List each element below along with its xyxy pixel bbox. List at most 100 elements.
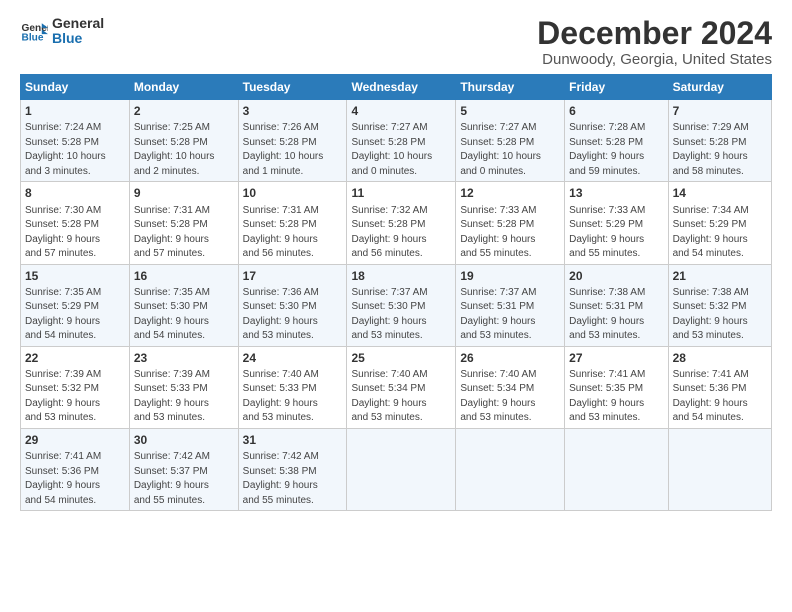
logo: General Blue General Blue — [20, 16, 104, 47]
day-number: 16 — [134, 268, 234, 284]
day-number: 17 — [243, 268, 343, 284]
day-info: Sunrise: 7:33 AM Sunset: 5:29 PM Dayligh… — [569, 205, 645, 260]
header-row: SundayMondayTuesdayWednesdayThursdayFrid… — [21, 75, 772, 100]
day-info: Sunrise: 7:40 AM Sunset: 5:34 PM Dayligh… — [351, 369, 427, 424]
day-info: Sunrise: 7:42 AM Sunset: 5:38 PM Dayligh… — [243, 451, 319, 506]
day-info: Sunrise: 7:32 AM Sunset: 5:28 PM Dayligh… — [351, 205, 427, 260]
cell-3-7: 21Sunrise: 7:38 AM Sunset: 5:32 PM Dayli… — [668, 264, 771, 346]
cell-1-6: 6 Sunrise: 7:28 AM Sunset: 5:28 PM Daylig… — [565, 100, 668, 182]
day-number: 4 — [351, 103, 451, 119]
cell-4-6: 27Sunrise: 7:41 AM Sunset: 5:35 PM Dayli… — [565, 346, 668, 428]
cell-2-3: 10 Sunrise: 7:31 AM Sunset: 5:28 PM Dayli… — [238, 182, 347, 264]
cell-1-2: 2 Sunrise: 7:25 AM Sunset: 5:28 PM Daylig… — [129, 100, 238, 182]
calendar-table: SundayMondayTuesdayWednesdayThursdayFrid… — [20, 74, 772, 511]
col-header-sunday: Sunday — [21, 75, 130, 100]
day-info: Sunrise: 7:39 AM Sunset: 5:33 PM Dayligh… — [134, 369, 210, 424]
day-info: Sunrise: 7:41 AM Sunset: 5:36 PM Dayligh… — [673, 369, 749, 424]
cell-2-7: 14Sunrise: 7:34 AM Sunset: 5:29 PM Dayli… — [668, 182, 771, 264]
day-number: 15 — [25, 268, 125, 284]
day-info: Sunrise: 7:33 AM Sunset: 5:28 PM Dayligh… — [460, 205, 536, 260]
cell-4-3: 24 Sunrise: 7:40 AM Sunset: 5:33 PM Dayli… — [238, 346, 347, 428]
day-number: 1 — [25, 103, 125, 119]
col-header-saturday: Saturday — [668, 75, 771, 100]
day-number: 23 — [134, 350, 234, 366]
cell-1-1: 1Sunrise: 7:24 AM Sunset: 5:28 PM Daylig… — [21, 100, 130, 182]
logo-general: General — [52, 16, 104, 31]
day-number: 24 — [243, 350, 343, 366]
day-info: Sunrise: 7:25 AM Sunset: 5:28 PM Dayligh… — [134, 122, 215, 177]
week-row-3: 15Sunrise: 7:35 AM Sunset: 5:29 PM Dayli… — [21, 264, 772, 346]
cell-1-4: 4 Sunrise: 7:27 AM Sunset: 5:28 PM Daylig… — [347, 100, 456, 182]
cell-4-5: 26 Sunrise: 7:40 AM Sunset: 5:34 PM Dayli… — [456, 346, 565, 428]
day-number: 29 — [25, 432, 125, 448]
col-header-tuesday: Tuesday — [238, 75, 347, 100]
cell-5-4 — [347, 428, 456, 510]
day-number: 10 — [243, 185, 343, 201]
cell-3-5: 19 Sunrise: 7:37 AM Sunset: 5:31 PM Dayli… — [456, 264, 565, 346]
col-header-friday: Friday — [565, 75, 668, 100]
cell-5-2: 30 Sunrise: 7:42 AM Sunset: 5:37 PM Dayli… — [129, 428, 238, 510]
day-info: Sunrise: 7:34 AM Sunset: 5:29 PM Dayligh… — [673, 205, 749, 260]
cell-1-3: 3 Sunrise: 7:26 AM Sunset: 5:28 PM Daylig… — [238, 100, 347, 182]
day-info: Sunrise: 7:28 AM Sunset: 5:28 PM Dayligh… — [569, 122, 645, 177]
day-number: 26 — [460, 350, 560, 366]
svg-text:Blue: Blue — [22, 33, 44, 44]
day-info: Sunrise: 7:41 AM Sunset: 5:36 PM Dayligh… — [25, 451, 101, 506]
cell-2-4: 11Sunrise: 7:32 AM Sunset: 5:28 PM Dayli… — [347, 182, 456, 264]
day-number: 8 — [25, 185, 125, 201]
logo-icon: General Blue — [20, 17, 48, 45]
day-info: Sunrise: 7:26 AM Sunset: 5:28 PM Dayligh… — [243, 122, 324, 177]
day-number: 2 — [134, 103, 234, 119]
cell-5-3: 31 Sunrise: 7:42 AM Sunset: 5:38 PM Dayli… — [238, 428, 347, 510]
subtitle: Dunwoody, Georgia, United States — [537, 51, 772, 68]
day-number: 7 — [673, 103, 767, 119]
day-number: 31 — [243, 432, 343, 448]
day-info: Sunrise: 7:40 AM Sunset: 5:33 PM Dayligh… — [243, 369, 319, 424]
day-number: 6 — [569, 103, 663, 119]
day-info: Sunrise: 7:31 AM Sunset: 5:28 PM Dayligh… — [134, 205, 210, 260]
day-info: Sunrise: 7:31 AM Sunset: 5:28 PM Dayligh… — [243, 205, 319, 260]
header: General Blue General Blue December 2024 … — [20, 16, 772, 68]
day-number: 12 — [460, 185, 560, 201]
week-row-1: 1Sunrise: 7:24 AM Sunset: 5:28 PM Daylig… — [21, 100, 772, 182]
day-info: Sunrise: 7:42 AM Sunset: 5:37 PM Dayligh… — [134, 451, 210, 506]
week-row-2: 8Sunrise: 7:30 AM Sunset: 5:28 PM Daylig… — [21, 182, 772, 264]
cell-3-2: 16 Sunrise: 7:35 AM Sunset: 5:30 PM Dayli… — [129, 264, 238, 346]
cell-4-7: 28 Sunrise: 7:41 AM Sunset: 5:36 PM Dayli… — [668, 346, 771, 428]
cell-4-1: 22 Sunrise: 7:39 AM Sunset: 5:32 PM Dayli… — [21, 346, 130, 428]
week-row-5: 29 Sunrise: 7:41 AM Sunset: 5:36 PM Dayli… — [21, 428, 772, 510]
day-info: Sunrise: 7:39 AM Sunset: 5:32 PM Dayligh… — [25, 369, 101, 424]
day-number: 5 — [460, 103, 560, 119]
cell-3-4: 18 Sunrise: 7:37 AM Sunset: 5:30 PM Dayli… — [347, 264, 456, 346]
day-info: Sunrise: 7:40 AM Sunset: 5:34 PM Dayligh… — [460, 369, 536, 424]
cell-5-6 — [565, 428, 668, 510]
day-number: 21 — [673, 268, 767, 284]
day-number: 20 — [569, 268, 663, 284]
day-info: Sunrise: 7:27 AM Sunset: 5:28 PM Dayligh… — [351, 122, 432, 177]
cell-5-5 — [456, 428, 565, 510]
day-number: 30 — [134, 432, 234, 448]
cell-1-5: 5 Sunrise: 7:27 AM Sunset: 5:28 PM Daylig… — [456, 100, 565, 182]
day-number: 19 — [460, 268, 560, 284]
main-title: December 2024 — [537, 16, 772, 51]
cell-3-3: 17Sunrise: 7:36 AM Sunset: 5:30 PM Dayli… — [238, 264, 347, 346]
logo-blue: Blue — [52, 31, 104, 46]
day-number: 22 — [25, 350, 125, 366]
cell-5-7 — [668, 428, 771, 510]
day-info: Sunrise: 7:27 AM Sunset: 5:28 PM Dayligh… — [460, 122, 541, 177]
day-info: Sunrise: 7:37 AM Sunset: 5:31 PM Dayligh… — [460, 287, 536, 342]
day-number: 28 — [673, 350, 767, 366]
col-header-thursday: Thursday — [456, 75, 565, 100]
day-number: 3 — [243, 103, 343, 119]
week-row-4: 22 Sunrise: 7:39 AM Sunset: 5:32 PM Dayli… — [21, 346, 772, 428]
day-number: 9 — [134, 185, 234, 201]
day-info: Sunrise: 7:37 AM Sunset: 5:30 PM Dayligh… — [351, 287, 427, 342]
day-number: 27 — [569, 350, 663, 366]
cell-5-1: 29 Sunrise: 7:41 AM Sunset: 5:36 PM Dayli… — [21, 428, 130, 510]
day-number: 18 — [351, 268, 451, 284]
col-header-wednesday: Wednesday — [347, 75, 456, 100]
col-header-monday: Monday — [129, 75, 238, 100]
day-info: Sunrise: 7:35 AM Sunset: 5:30 PM Dayligh… — [134, 287, 210, 342]
day-info: Sunrise: 7:38 AM Sunset: 5:31 PM Dayligh… — [569, 287, 645, 342]
day-number: 25 — [351, 350, 451, 366]
